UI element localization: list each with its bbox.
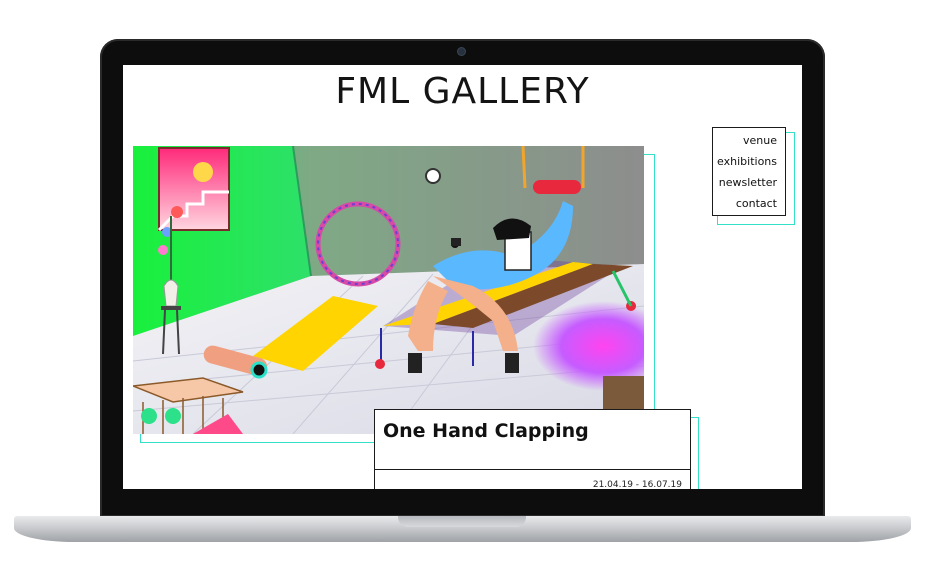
webcam-icon [458,48,465,55]
site-title[interactable]: FML GALLERY [123,71,802,112]
nav-link-exhibitions[interactable]: exhibitions [713,151,777,172]
nav-link-contact[interactable]: contact [713,193,777,214]
laptop-notch [398,516,526,527]
hero-illustration[interactable] [133,146,644,434]
exhibition-card[interactable]: One Hand Clapping 21.04.19 - 16.07.19 [374,409,691,489]
nav-link-venue[interactable]: venue [713,130,777,151]
browser-screen: FML GALLERY venue exhibitions newsletter… [123,65,802,489]
main-nav: venue exhibitions newsletter contact [712,127,786,216]
exhibition-title[interactable]: One Hand Clapping [383,420,589,442]
nav-link-newsletter[interactable]: newsletter [713,172,777,193]
card-divider [375,469,690,470]
exhibition-dates: 21.04.19 - 16.07.19 [592,480,682,489]
